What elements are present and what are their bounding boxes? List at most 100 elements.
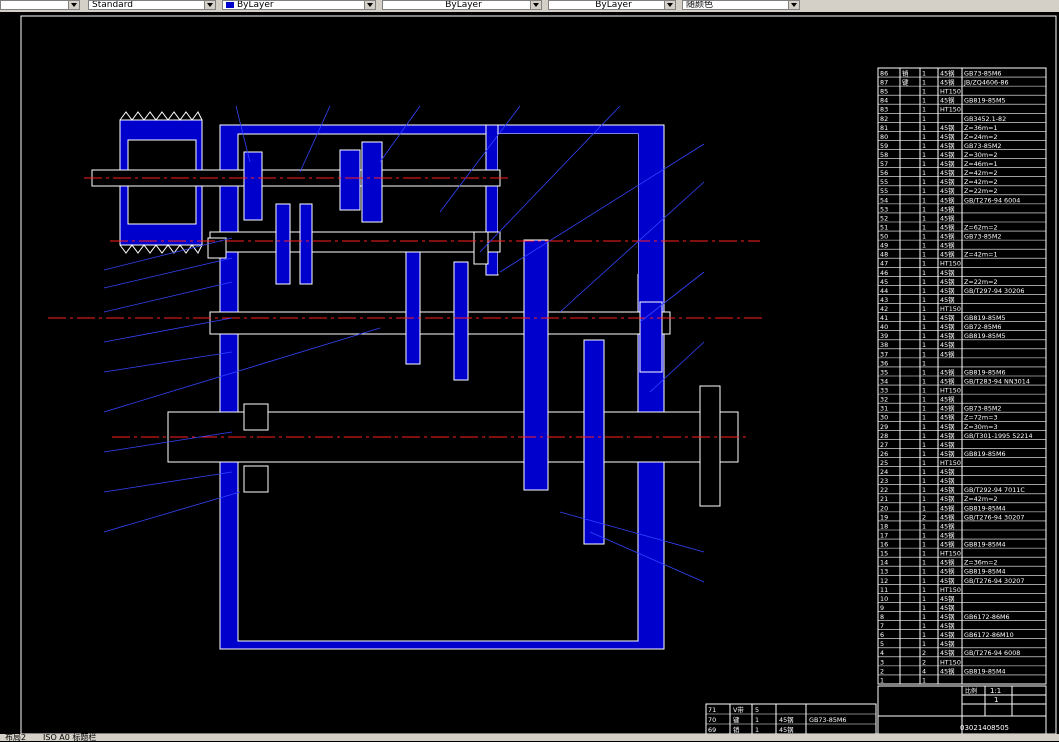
bom-cell: Z=36m=1	[964, 124, 998, 132]
bom-cell: 12	[880, 577, 888, 585]
bom-cell: 26	[880, 450, 888, 458]
bom-cell: 45钢	[940, 97, 955, 105]
bom-cell: Z=42m=2	[964, 495, 998, 503]
bom-cell: Z=42m=2	[964, 169, 998, 177]
bom-cell: 13	[880, 568, 888, 576]
bom-cell: 1	[922, 242, 926, 250]
bom-cell: 45钢	[940, 242, 955, 250]
bom-cell: HT150	[940, 106, 961, 114]
bom-cell: 37	[880, 350, 888, 358]
bom-cell: GB73-85M6	[964, 69, 1002, 77]
assembly-drawing[interactable]: 86 销 1 45钢 GB73-85M687 键 1 45钢 JB/ZQ4606-8685 1 HT…	[0, 12, 1059, 734]
drawing-canvas[interactable]: 86 销 1 45钢 GB73-85M6 87 键 1 45钢 JB/ZQ4606-86 85 1 HT…	[0, 12, 1059, 734]
bom-cell: 5	[880, 640, 884, 648]
bom-cell: 1	[922, 205, 926, 213]
bom-cell: GB73-85M2	[964, 142, 1002, 150]
chevron-down-icon[interactable]	[364, 1, 375, 9]
bom-cell: 45钢	[940, 287, 955, 295]
bom-cell: 45钢	[940, 559, 955, 567]
bom-cell: 45钢	[940, 205, 955, 213]
chevron-down-icon[interactable]	[68, 1, 79, 9]
bom-cell: 45钢	[940, 441, 955, 449]
bom-cell: 45钢	[940, 613, 955, 621]
bom-cell: GB/T276-94 30207	[964, 577, 1024, 585]
textstyle-combo[interactable]: Standard	[88, 0, 216, 10]
bom-bottom-cell: 71	[708, 706, 716, 714]
bom-cell: 1	[922, 332, 926, 340]
bom-cell: 3	[880, 658, 884, 666]
bom-cell: Z=30m=3	[964, 423, 998, 431]
bom-cell: 1	[922, 377, 926, 385]
bom-cell: 18	[880, 522, 888, 530]
bom-cell: 49	[880, 242, 888, 250]
bom-cell: GB819-85M4	[964, 541, 1006, 549]
chevron-down-icon[interactable]	[788, 1, 799, 9]
bom-cell: 84	[880, 97, 888, 105]
bom-cell: 45钢	[940, 296, 955, 304]
bom-cell: 1	[922, 142, 926, 150]
linetype-combo[interactable]: ByLayer	[382, 0, 542, 10]
bom-cell: Z=22m=2	[964, 278, 998, 286]
bom-cell: 1	[922, 97, 926, 105]
bom-cell: 85	[880, 88, 888, 96]
bom-cell: 45钢	[940, 568, 955, 576]
bom-cell: 1	[922, 278, 926, 286]
tab-layout2[interactable]: 布局2	[2, 734, 29, 742]
tab-iso-a0[interactable]: ISO A0 标题栏	[40, 734, 99, 742]
bom-cell: 43	[880, 296, 888, 304]
bom-cell: GB819-85M5	[964, 314, 1006, 322]
bom-cell: 14	[880, 559, 888, 567]
bom-cell: 47	[880, 260, 888, 268]
bom-cell: 45钢	[940, 531, 955, 539]
bom-bottom-cell: 70	[708, 716, 716, 724]
bom-cell: 1	[922, 486, 926, 494]
bom-cell: 1	[922, 550, 926, 558]
bom-cell: 45钢	[940, 423, 955, 431]
bom-cell: 50	[880, 233, 888, 241]
bom-cell: 19	[880, 513, 888, 521]
bom-cell: 1	[922, 233, 926, 241]
bom-cell: 45钢	[940, 269, 955, 277]
plotstyle-label: 随颜色	[686, 0, 714, 10]
bom-cell: 1	[922, 604, 926, 612]
textstyle-combo-left[interactable]	[0, 0, 80, 10]
bom-cell: 1	[922, 187, 926, 195]
bom-cell: GB6172-86M10	[964, 631, 1014, 639]
bom-cell: 45钢	[940, 169, 955, 177]
bom-cell: HT150	[940, 550, 961, 558]
bom-cell: 21	[880, 495, 888, 503]
bom-cell: 1	[922, 79, 926, 87]
bom-cell: 46	[880, 269, 888, 277]
bom-cell: 1	[922, 69, 926, 77]
bom-cell: 33	[880, 387, 888, 395]
bom-cell: 11	[880, 586, 888, 594]
bom-cell: 1	[922, 568, 926, 576]
lineweight-combo[interactable]: ByLayer	[548, 0, 676, 10]
plotstyle-combo[interactable]: 随颜色	[682, 0, 800, 10]
bom-cell: 1	[922, 115, 926, 123]
chevron-down-icon[interactable]	[530, 1, 541, 9]
bom-cell: 1	[922, 676, 926, 684]
bom-cell: 23	[880, 477, 888, 485]
bom-cell: 1	[922, 541, 926, 549]
bom-cell: GB/T297-94 30206	[964, 287, 1024, 295]
bom-cell: GB/T301-1995 52214	[964, 432, 1033, 440]
bom-cell: 销	[902, 68, 909, 77]
chevron-down-icon[interactable]	[204, 1, 215, 9]
chevron-down-icon[interactable]	[664, 1, 675, 9]
bom-cell: 45钢	[940, 278, 955, 286]
bom-cell: 1	[922, 305, 926, 313]
bom-cell: 1	[922, 124, 926, 132]
bom-cell: 45钢	[940, 495, 955, 503]
bom-cell: 45钢	[940, 133, 955, 141]
bom-cell: 45钢	[940, 477, 955, 485]
bom-cell: 1	[922, 631, 926, 639]
bom-bottom-cell: 1	[755, 726, 759, 734]
bom-cell: 45钢	[940, 396, 955, 404]
bom-cell: 1	[922, 640, 926, 648]
bom-cell: 1	[922, 432, 926, 440]
bom-cell: 31	[880, 405, 888, 413]
bom-cell: 45钢	[940, 332, 955, 340]
layer-combo[interactable]: ByLayer	[222, 0, 376, 10]
bom-cell: 83	[880, 106, 888, 114]
